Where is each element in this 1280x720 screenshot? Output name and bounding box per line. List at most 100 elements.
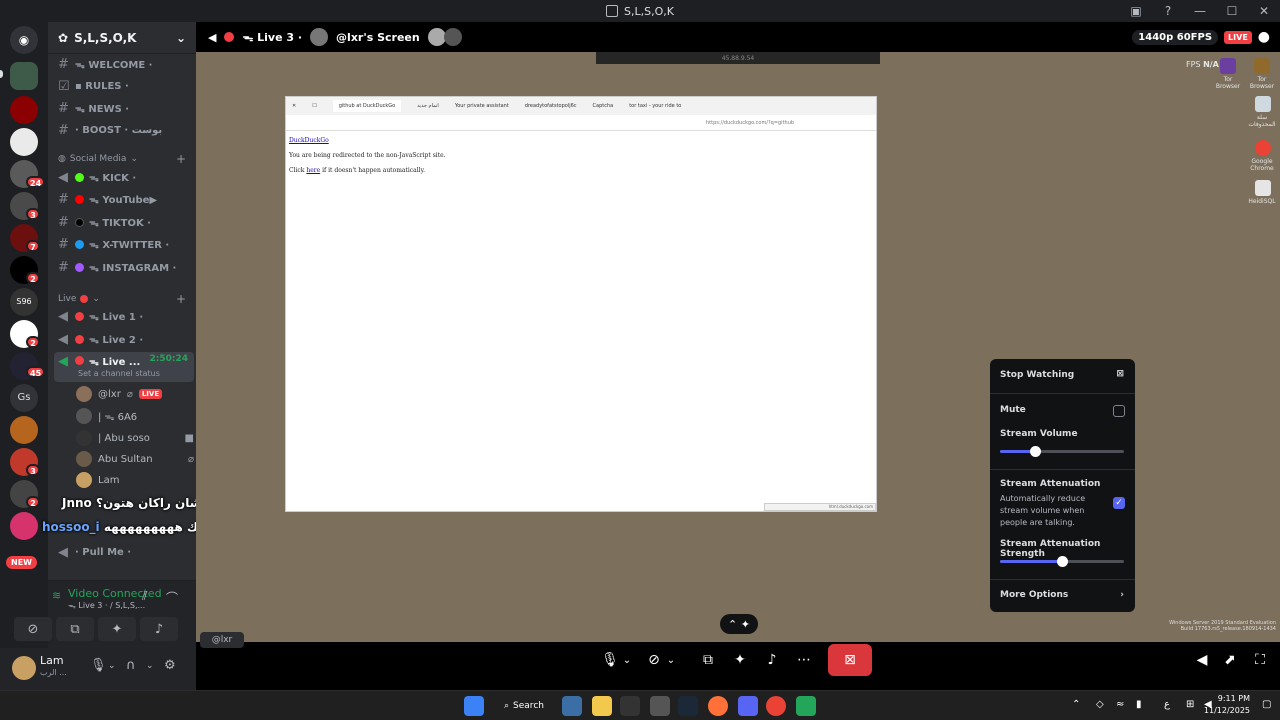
avatar[interactable]	[12, 656, 36, 680]
voice-user[interactable]: @lxr ⌀ LIVE	[76, 384, 194, 404]
unity-icon[interactable]	[650, 696, 670, 716]
file-explorer-icon[interactable]	[592, 696, 612, 716]
screen-share-icon[interactable]: ⧉	[698, 644, 718, 676]
activities-button[interactable]: ✦	[98, 617, 136, 641]
channel-boost[interactable]: # · BOOST · بوست	[54, 120, 194, 140]
chevron-down-icon[interactable]: ⌄	[108, 661, 116, 671]
slider-knob[interactable]	[1029, 446, 1041, 457]
more-icon[interactable]: ⋯	[794, 644, 814, 676]
volume-icon[interactable]: ◀	[1192, 644, 1212, 676]
category-social-media[interactable]: ◍ Social Media ⌄ +	[58, 152, 186, 166]
noise-suppression-icon[interactable]: ⫽	[142, 589, 147, 604]
gear-icon[interactable]: ⚙	[164, 658, 176, 673]
pip-preview[interactable]: @lxr	[200, 632, 244, 648]
inbox-icon[interactable]: ▣	[1120, 0, 1152, 22]
voice-user[interactable]: | Abu soso ■	[76, 428, 194, 448]
voice-user[interactable]: Abu Sultan ⌀	[76, 449, 194, 469]
chevron-down-icon[interactable]: ⌄	[620, 644, 634, 676]
voice-channel-live-3[interactable]: ◀ ᯓ Live ... 2:50:24 Set a channel status	[54, 352, 194, 382]
expand-controls-button[interactable]: ⌃ ✦	[720, 614, 758, 634]
channel-instagram[interactable]: # ᯓ INSTAGRAM ·	[54, 257, 194, 277]
help-icon[interactable]: ?	[1152, 0, 1184, 22]
microphone-icon[interactable]: ▮	[1136, 699, 1142, 710]
camera-off-button[interactable]: ⊘	[14, 617, 52, 641]
chrome-icon[interactable]	[766, 696, 786, 716]
camera-off-icon[interactable]: ⊘	[644, 644, 664, 676]
mute-row[interactable]: Mute	[1000, 405, 1126, 415]
channel-status[interactable]: Set a channel status	[78, 369, 160, 378]
voice-user[interactable]: | ᯓ 6A6	[76, 406, 194, 426]
taskbar-search[interactable]: ⌕ Search	[494, 696, 550, 716]
language-indicator[interactable]: ع	[1164, 699, 1170, 710]
server-slsok-icon[interactable]	[10, 62, 38, 90]
channel-news[interactable]: # ᯓ NEWS ·	[54, 98, 194, 118]
headphones-icon[interactable]: ∩	[126, 658, 136, 673]
popout-icon[interactable]: ⬈	[1220, 644, 1240, 676]
screen-share-button[interactable]: ⧉	[56, 617, 94, 641]
chevron-down-icon[interactable]: ⌄	[146, 661, 154, 671]
server-icon-2[interactable]	[10, 96, 38, 124]
soundboard-icon[interactable]: ♪	[762, 644, 782, 676]
channel-kick[interactable]: ◀ ᯓ KICK ·	[54, 167, 194, 187]
disconnect-icon[interactable]: ⌒	[166, 589, 178, 606]
user-name[interactable]: Lam	[40, 654, 64, 667]
voice-channel-live-2[interactable]: ◀ ᯓ Live 2 ·	[54, 329, 194, 349]
firefox-icon[interactable]	[708, 696, 728, 716]
leave-call-button[interactable]: ⊠	[828, 644, 872, 676]
notifications-icon[interactable]: ▢	[1262, 699, 1271, 710]
voice-channel-sub[interactable]: ᯓ Live 3 · / S,L,S,...	[68, 600, 145, 611]
microphone-icon[interactable]: 🎙	[600, 644, 620, 676]
people-icon[interactable]: ●	[1258, 29, 1270, 45]
taskbar-clock[interactable]: 9:11 PM 11/12/2025	[1204, 693, 1250, 717]
minimize-button[interactable]: —	[1184, 0, 1216, 22]
voice-status[interactable]: Video Connected	[68, 587, 162, 600]
server-icon-11[interactable]	[10, 416, 38, 444]
server-icon-8[interactable]: S96	[10, 288, 38, 316]
more-options-row[interactable]: More Options ›	[1000, 590, 1126, 600]
discord-home-icon[interactable]: ◉	[10, 26, 38, 54]
chevron-down-icon[interactable]: ⌄	[664, 644, 678, 676]
chevron-up-icon[interactable]: ⌃	[1072, 699, 1080, 710]
channel-youtube[interactable]: # ᯓ YouTube▶	[54, 189, 194, 209]
epic-games-icon[interactable]	[620, 696, 640, 716]
stop-watching-row[interactable]: Stop Watching ⊠	[1000, 369, 1126, 380]
wifi-icon[interactable]: ≈	[1116, 699, 1124, 710]
attenuation-checkbox[interactable]: ✓	[1113, 497, 1125, 509]
windows-start-icon[interactable]	[464, 696, 484, 716]
slider-knob[interactable]	[1057, 556, 1068, 567]
server-icon-3[interactable]	[10, 128, 38, 156]
mute-checkbox[interactable]	[1113, 405, 1125, 417]
new-badge[interactable]: NEW	[6, 556, 37, 569]
network-icon[interactable]: ⊞	[1186, 699, 1194, 710]
attenuation-strength-slider[interactable]	[1000, 556, 1124, 567]
voice-channel-live-1[interactable]: ◀ ᯓ Live 1 ·	[54, 306, 194, 326]
microphone-icon[interactable]: 🎙	[90, 658, 107, 673]
soundboard-button[interactable]: ♪	[140, 617, 178, 641]
maximize-button[interactable]: ☐	[1216, 0, 1248, 22]
category-live[interactable]: Live ⌄ +	[58, 292, 186, 306]
server-header[interactable]: ✿ S,L,S,O,K ⌄	[48, 22, 196, 54]
channel-x-twitter[interactable]: # ᯓ X-TWITTER ·	[54, 234, 194, 254]
voice-user[interactable]: Lam	[76, 470, 194, 490]
add-channel-icon[interactable]: +	[176, 152, 186, 166]
add-channel-icon[interactable]: +	[176, 292, 186, 306]
server-icon-14[interactable]	[10, 512, 38, 540]
stream-volume-slider[interactable]	[1000, 446, 1124, 457]
stream-channel[interactable]: ᯓ Live 3 ·	[242, 30, 302, 45]
fullscreen-icon[interactable]: ⛶	[1250, 644, 1270, 676]
activities-icon[interactable]: ✦	[730, 644, 750, 676]
discord-icon[interactable]	[738, 696, 758, 716]
voice-channel-pull-me[interactable]: ◀ · Pull Me ·	[54, 542, 194, 562]
viewer-avatar[interactable]	[443, 28, 462, 46]
channel-welcome[interactable]: # ᯓ WELCOME ·	[54, 54, 194, 74]
store-icon[interactable]	[562, 696, 582, 716]
app-icon[interactable]	[796, 696, 816, 716]
tray-icon[interactable]: ◇	[1096, 699, 1104, 710]
browser-tab: Captcha	[592, 103, 614, 109]
channel-rules[interactable]: ☑ ▪ RULES ·	[54, 76, 194, 96]
steam-icon[interactable]	[678, 696, 698, 716]
channel-tiktok[interactable]: # ᯓ TIKTOK ·	[54, 212, 194, 232]
stop-watching-icon[interactable]: ⊠	[1116, 369, 1124, 379]
server-gs-icon[interactable]: Gs	[10, 384, 38, 412]
close-button[interactable]: ✕	[1248, 0, 1280, 22]
